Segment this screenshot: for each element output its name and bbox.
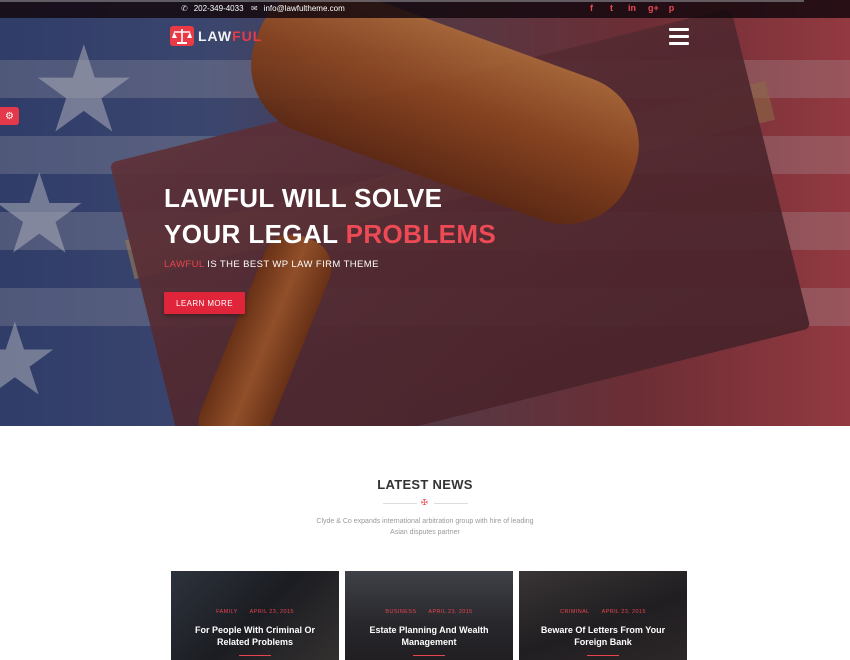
subheadline-brand: LAWFUL: [164, 259, 205, 270]
card-category[interactable]: CRIMINAL: [560, 609, 589, 615]
site-logo[interactable]: LAWFUL: [170, 26, 262, 46]
card-meta: FAMILY APRIL 23, 2015: [171, 609, 339, 615]
headline-line-2: YOUR LEGAL PROBLEMS: [164, 216, 496, 252]
hero-section: ★ ★ ★ ✆ 202-349-4033 ✉ info@lawfultheme.…: [0, 0, 850, 426]
hero-subheadline: LAWFUL IS THE BEST WP LAW FIRM THEME: [164, 259, 379, 270]
facebook-icon[interactable]: f: [588, 3, 595, 13]
news-card[interactable]: BUSINESS APRIL 23, 2015 Estate Planning A…: [345, 571, 513, 660]
card-underline: [239, 655, 271, 656]
headline-line-2-text: YOUR LEGAL: [164, 219, 346, 249]
headline-line-1: LAWFUL WILL SOLVE: [164, 183, 443, 213]
card-meta: CRIMINAL APRIL 23, 2015: [519, 609, 687, 615]
card-meta: BUSINESS APRIL 23, 2015: [345, 609, 513, 615]
subheadline-text: IS THE BEST WP LAW FIRM THEME: [204, 259, 379, 270]
headline-highlight: PROBLEMS: [345, 219, 497, 249]
card-date: APRIL 23, 2015: [601, 609, 646, 615]
phone-icon: ✆: [181, 4, 188, 13]
learn-more-button[interactable]: LEARN MORE: [164, 292, 245, 314]
news-card[interactable]: CRIMINAL APRIL 23, 2015 Beware Of Letters…: [519, 571, 687, 660]
card-date: APRIL 23, 2015: [249, 609, 294, 615]
scales-icon: [170, 26, 194, 46]
section-title: LATEST NEWS: [377, 477, 473, 492]
twitter-icon[interactable]: t: [608, 3, 615, 13]
linkedin-icon[interactable]: in: [628, 3, 636, 13]
top-accent-line: [0, 0, 804, 2]
logo-text-primary: LAW: [198, 28, 233, 44]
news-card[interactable]: FAMILY APRIL 23, 2015 For People With Cri…: [171, 571, 339, 660]
card-category[interactable]: FAMILY: [216, 609, 238, 615]
subtitle-line-2: Asian disputes partner: [390, 529, 460, 536]
card-category[interactable]: BUSINESS: [385, 609, 416, 615]
social-links: f t in g+ p: [588, 3, 675, 13]
hamburger-icon[interactable]: [669, 28, 689, 45]
card-title[interactable]: Estate Planning And Wealth Management: [357, 624, 501, 648]
section-divider: ✠: [383, 498, 468, 507]
card-date: APRIL 23, 2015: [428, 609, 473, 615]
card-title[interactable]: For People With Criminal Or Related Prob…: [183, 624, 327, 648]
subtitle-line-1: Clyde & Co expands international arbitra…: [316, 518, 534, 525]
hero-headline: LAWFUL WILL SOLVE YOUR LEGAL PROBLEMS: [164, 180, 496, 252]
logo-text-accent: FUL: [232, 28, 263, 44]
logo-text: LAWFUL: [198, 28, 262, 44]
email-contact[interactable]: ✉ info@lawfultheme.com: [251, 4, 345, 13]
card-underline: [587, 655, 619, 656]
google-plus-icon[interactable]: g+: [648, 3, 659, 13]
top-bar: ✆ 202-349-4033 ✉ info@lawfultheme.com f …: [0, 0, 850, 18]
card-title[interactable]: Beware Of Letters From Your Foreign Bank: [531, 624, 675, 648]
phone-contact[interactable]: ✆ 202-349-4033: [181, 4, 244, 13]
section-subtitle: Clyde & Co expands international arbitra…: [310, 516, 540, 538]
gear-icon[interactable]: ⚙: [0, 107, 19, 125]
phone-number: 202-349-4033: [193, 4, 244, 13]
email-address: info@lawfultheme.com: [263, 4, 345, 13]
envelope-icon: ✉: [251, 4, 258, 13]
pinterest-icon[interactable]: p: [668, 3, 675, 13]
scales-divider-icon: ✠: [421, 498, 428, 507]
card-underline: [413, 655, 445, 656]
